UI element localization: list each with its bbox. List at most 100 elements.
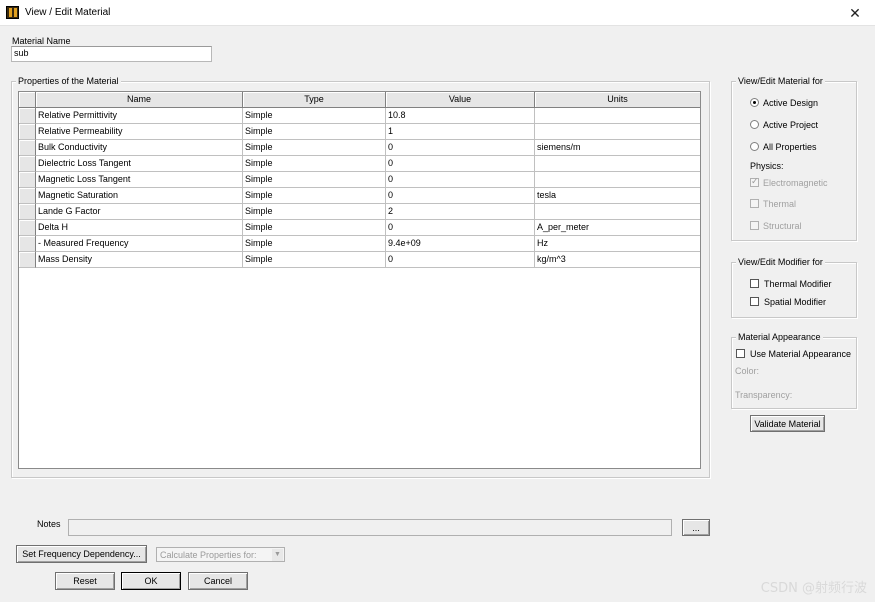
- cell-units[interactable]: siemens/m: [535, 140, 700, 156]
- cell-name[interactable]: Delta H: [36, 220, 243, 236]
- close-icon[interactable]: ✕: [843, 3, 867, 23]
- notes-field[interactable]: [68, 519, 672, 536]
- table-row[interactable]: Lande G Factor Simple 2: [19, 204, 700, 220]
- cell-type[interactable]: Simple: [243, 140, 386, 156]
- use-appearance-label[interactable]: Use Material Appearance: [750, 349, 851, 359]
- cell-type[interactable]: Simple: [243, 252, 386, 268]
- cell-name[interactable]: Dielectric Loss Tangent: [36, 156, 243, 172]
- cell-units[interactable]: [535, 156, 700, 172]
- row-header[interactable]: [19, 108, 36, 124]
- cell-value[interactable]: 2: [386, 204, 535, 220]
- cell-type[interactable]: Simple: [243, 124, 386, 140]
- chevron-down-icon: ▼: [272, 549, 283, 561]
- cell-value[interactable]: 1: [386, 124, 535, 140]
- cell-type[interactable]: Simple: [243, 156, 386, 172]
- cell-units[interactable]: tesla: [535, 188, 700, 204]
- table-row[interactable]: Magnetic Saturation Simple 0 tesla: [19, 188, 700, 204]
- thermal-modifier-label[interactable]: Thermal Modifier: [764, 279, 832, 289]
- watermark: CSDN @射频行波: [760, 581, 867, 596]
- thermal-label: Thermal: [763, 199, 797, 209]
- ansys-icon: [6, 6, 19, 19]
- column-header-value[interactable]: Value: [386, 92, 535, 108]
- row-header[interactable]: [19, 124, 36, 140]
- use-appearance-checkbox[interactable]: [736, 349, 745, 358]
- thermal-modifier-checkbox[interactable]: [750, 279, 759, 288]
- cell-units[interactable]: [535, 108, 700, 124]
- cell-units[interactable]: kg/m^3: [535, 252, 700, 268]
- cell-name[interactable]: Bulk Conductivity: [36, 140, 243, 156]
- material-name-input[interactable]: sub: [11, 46, 212, 62]
- cell-type[interactable]: Simple: [243, 172, 386, 188]
- reset-button[interactable]: Reset: [55, 572, 115, 590]
- cell-value[interactable]: 10.8: [386, 108, 535, 124]
- table-row[interactable]: Dielectric Loss Tangent Simple 0: [19, 156, 700, 172]
- cell-value[interactable]: 9.4e+09: [386, 236, 535, 252]
- all-properties-label[interactable]: All Properties: [763, 142, 817, 152]
- cell-name[interactable]: Relative Permeability: [36, 124, 243, 140]
- cell-name[interactable]: Magnetic Saturation: [36, 188, 243, 204]
- row-header[interactable]: [19, 188, 36, 204]
- cell-units[interactable]: Hz: [535, 236, 700, 252]
- title-bar: View / Edit Material ✕: [0, 0, 875, 26]
- active-project-radio[interactable]: [750, 120, 759, 129]
- all-properties-radio[interactable]: [750, 142, 759, 151]
- grid-header-row: Name Type Value Units: [19, 92, 700, 108]
- cell-name[interactable]: Lande G Factor: [36, 204, 243, 220]
- cell-name[interactable]: Relative Permittivity: [36, 108, 243, 124]
- table-row[interactable]: Delta H Simple 0 A_per_meter: [19, 220, 700, 236]
- table-row[interactable]: Relative Permittivity Simple 10.8: [19, 108, 700, 124]
- column-header-name[interactable]: Name: [36, 92, 243, 108]
- cell-type[interactable]: Simple: [243, 204, 386, 220]
- column-header-units[interactable]: Units: [535, 92, 700, 108]
- cell-type[interactable]: Simple: [243, 220, 386, 236]
- row-header[interactable]: [19, 252, 36, 268]
- structural-checkbox[interactable]: [750, 221, 759, 230]
- notes-browse-button[interactable]: ...: [682, 519, 710, 536]
- table-row[interactable]: Magnetic Loss Tangent Simple 0: [19, 172, 700, 188]
- cell-units[interactable]: [535, 124, 700, 140]
- spatial-modifier-checkbox[interactable]: [750, 297, 759, 306]
- row-header[interactable]: [19, 140, 36, 156]
- spatial-modifier-label[interactable]: Spatial Modifier: [764, 297, 826, 307]
- cell-type[interactable]: Simple: [243, 236, 386, 252]
- cell-type[interactable]: Simple: [243, 108, 386, 124]
- cell-value[interactable]: 0: [386, 188, 535, 204]
- active-design-label[interactable]: Active Design: [763, 98, 818, 108]
- cell-value[interactable]: 0: [386, 220, 535, 236]
- transparency-label: Transparency:: [735, 390, 793, 400]
- cell-type[interactable]: Simple: [243, 188, 386, 204]
- table-row[interactable]: Bulk Conductivity Simple 0 siemens/m: [19, 140, 700, 156]
- cell-value[interactable]: 0: [386, 156, 535, 172]
- set-frequency-dependency-button[interactable]: Set Frequency Dependency...: [16, 545, 147, 563]
- cell-units[interactable]: [535, 172, 700, 188]
- active-design-radio[interactable]: [750, 98, 759, 107]
- cell-value[interactable]: 0: [386, 252, 535, 268]
- row-header[interactable]: [19, 236, 36, 252]
- thermal-checkbox[interactable]: [750, 199, 759, 208]
- cell-name[interactable]: Mass Density: [36, 252, 243, 268]
- notes-label: Notes: [37, 519, 61, 529]
- table-row[interactable]: Mass Density Simple 0 kg/m^3: [19, 252, 700, 268]
- validate-material-button[interactable]: Validate Material: [750, 415, 825, 432]
- active-project-label[interactable]: Active Project: [763, 120, 818, 130]
- cell-value[interactable]: 0: [386, 140, 535, 156]
- calculate-properties-value: Calculate Properties for:: [160, 550, 257, 560]
- row-header[interactable]: [19, 204, 36, 220]
- electromagnetic-checkbox[interactable]: [750, 176, 759, 187]
- cell-units[interactable]: [535, 204, 700, 220]
- cell-name[interactable]: Magnetic Loss Tangent: [36, 172, 243, 188]
- row-header[interactable]: [19, 172, 36, 188]
- cell-value[interactable]: 0: [386, 172, 535, 188]
- properties-grid[interactable]: Name Type Value Units Relative Permittiv…: [18, 91, 701, 469]
- cell-name[interactable]: - Measured Frequency: [36, 236, 243, 252]
- row-header[interactable]: [19, 220, 36, 236]
- table-row[interactable]: Relative Permeability Simple 1: [19, 124, 700, 140]
- ok-button[interactable]: OK: [121, 572, 181, 590]
- cell-units[interactable]: A_per_meter: [535, 220, 700, 236]
- calculate-properties-dropdown[interactable]: Calculate Properties for: ▼: [156, 547, 285, 562]
- electromagnetic-label: Electromagnetic: [763, 178, 828, 188]
- row-header[interactable]: [19, 156, 36, 172]
- table-row[interactable]: - Measured Frequency Simple 9.4e+09 Hz: [19, 236, 700, 252]
- cancel-button[interactable]: Cancel: [188, 572, 248, 590]
- column-header-type[interactable]: Type: [243, 92, 386, 108]
